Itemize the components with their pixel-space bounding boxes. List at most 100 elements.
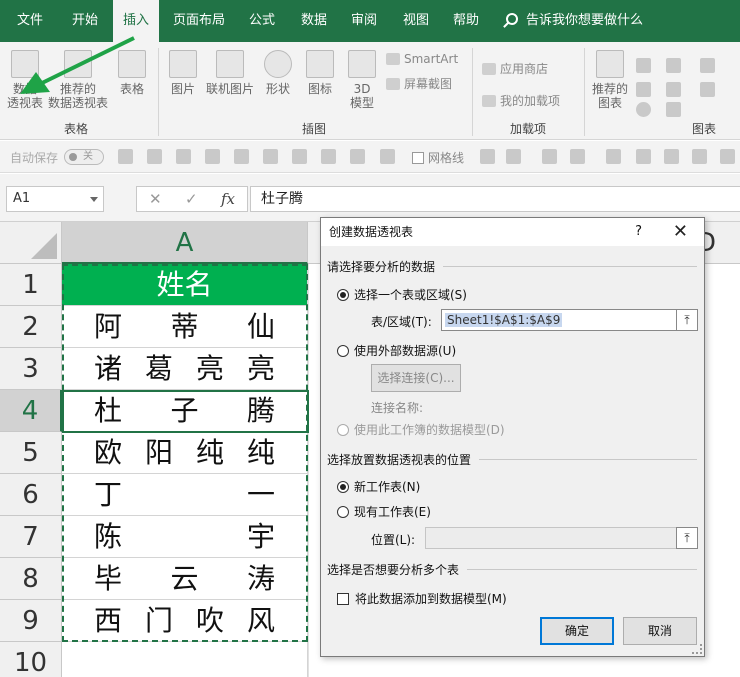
row-header[interactable]: 10 (0, 642, 62, 677)
chevron-down-icon[interactable] (90, 197, 98, 202)
sort-desc-icon[interactable] (234, 149, 249, 164)
choose-connection-button[interactable]: 选择连接(C)... (371, 364, 461, 392)
recommended-pivot-button[interactable]: 推荐的 数据透视表 (46, 50, 110, 110)
screenshot-button[interactable]: 屏幕截图 (386, 75, 452, 92)
image-icon[interactable] (664, 149, 679, 164)
tab-view[interactable]: 视图 (394, 0, 438, 42)
row-header[interactable]: 1 (0, 264, 62, 306)
column-chart-icon[interactable] (636, 58, 651, 73)
row-header[interactable]: 6 (0, 474, 62, 516)
tell-me-search[interactable]: 告诉我你想要做什么 (506, 0, 643, 42)
radio-data-model[interactable]: 使用此工作簿的数据模型(D) (337, 421, 505, 438)
radio-existing-worksheet[interactable]: 现有工作表(E) (337, 503, 431, 520)
tab-file[interactable]: 文件 (6, 0, 54, 42)
enter-icon[interactable]: ✓ (185, 187, 198, 211)
smartart-icon (386, 53, 400, 65)
fill-color-icon[interactable] (542, 149, 557, 164)
3d-models-button[interactable]: 3D 模型 (344, 50, 380, 110)
help-icon[interactable]: ? (635, 218, 642, 246)
borders-icon[interactable] (506, 149, 521, 164)
shapes-qat-icon[interactable] (570, 149, 585, 164)
row-header[interactable]: 7 (0, 516, 62, 558)
name-cell[interactable]: 丁一 (62, 474, 308, 516)
scatter-chart-icon[interactable] (666, 102, 681, 117)
close-icon[interactable]: ✕ (673, 218, 688, 246)
grid-icon[interactable] (720, 149, 735, 164)
name-cell[interactable]: 杜子腾 (62, 390, 308, 432)
picture-button[interactable]: 图片 (166, 50, 200, 96)
tab-insert[interactable]: 插入 (113, 0, 159, 44)
cancel-button[interactable]: 取消 (623, 617, 697, 645)
collapse-dialog-icon[interactable]: ⤒ (676, 309, 698, 331)
name-cell[interactable]: 毕云涛 (62, 558, 308, 600)
recommended-charts-button[interactable]: 推荐的 图表 (590, 50, 630, 110)
row-header[interactable]: 5 (0, 432, 62, 474)
tab-review[interactable]: 审阅 (342, 0, 386, 42)
my-addins-button[interactable]: 我的加载项 (482, 92, 560, 109)
wrap-icon[interactable] (350, 149, 365, 164)
radio-select-range[interactable]: 选择一个表或区域(S) (337, 286, 467, 303)
tab-help[interactable]: 帮助 (444, 0, 488, 42)
column-header-a[interactable]: A (62, 222, 308, 264)
smartart-button[interactable]: SmartArt (386, 52, 458, 66)
name-cell[interactable]: 陈宇 (62, 516, 308, 558)
row-header[interactable]: 9 (0, 600, 62, 642)
tab-formulas[interactable]: 公式 (240, 0, 284, 42)
radio-external-source[interactable]: 使用外部数据源(U) (337, 342, 456, 359)
name-cell[interactable]: 欧阳纯纯 (62, 432, 308, 474)
row-header[interactable]: 4 (0, 390, 62, 432)
pie-chart-icon[interactable] (636, 102, 651, 117)
store-button[interactable]: 应用商店 (482, 60, 548, 77)
name-cell[interactable]: 阿蒂仙 (62, 306, 308, 348)
name-cell[interactable]: 西门吹风 (62, 600, 308, 642)
range-input[interactable]: Sheet1!$A$1:$A$9 (441, 309, 677, 331)
autosave-toggle[interactable]: 关 (64, 149, 104, 165)
function-icon[interactable] (692, 149, 707, 164)
tab-data[interactable]: 数据 (292, 0, 336, 42)
insert-function-icon[interactable]: fx (221, 187, 235, 211)
line-chart-icon[interactable] (636, 82, 651, 97)
stat-chart-icon[interactable] (666, 82, 681, 97)
ok-button[interactable]: 确定 (540, 617, 614, 645)
format-painter-icon[interactable] (480, 149, 495, 164)
sort-asc-icon[interactable] (205, 149, 220, 164)
pivot-wizard-icon[interactable] (147, 149, 162, 164)
online-picture-icon (216, 50, 244, 78)
paste-icon[interactable] (636, 149, 651, 164)
cell-a10[interactable] (62, 642, 308, 677)
gridlines-checkbox[interactable]: 网格线 (412, 149, 464, 166)
freeze-icon[interactable] (380, 149, 395, 164)
select-all-corner[interactable] (0, 222, 62, 264)
pivot-table-button[interactable]: 数据 透视表 (4, 50, 46, 110)
name-box[interactable]: A1 (6, 186, 104, 212)
row-header[interactable]: 2 (0, 306, 62, 348)
radio-new-worksheet[interactable]: 新工作表(N) (337, 478, 420, 495)
add-to-data-model-checkbox[interactable]: 将此数据添加到数据模型(M) (337, 590, 507, 607)
cell-a1[interactable]: 姓名 (62, 264, 308, 306)
row-header[interactable]: 3 (0, 348, 62, 390)
combo-chart-icon[interactable] (700, 58, 715, 73)
form-icon[interactable] (118, 149, 133, 164)
filter-icon[interactable] (263, 149, 278, 164)
pivot-chart-icon[interactable] (700, 82, 715, 97)
collapse-dialog-icon[interactable]: ⤒ (676, 527, 698, 549)
table-button[interactable]: 表格 (114, 50, 150, 96)
formula-input[interactable]: 杜子腾 (250, 186, 740, 212)
shapes-button[interactable]: 形状 (260, 50, 296, 96)
section-divider (479, 459, 697, 460)
tab-page-layout[interactable]: 页面布局 (166, 0, 232, 42)
group-charts-label: 图表 (692, 122, 717, 136)
resize-grip-icon[interactable] (692, 644, 702, 654)
row-header[interactable]: 8 (0, 558, 62, 600)
location-input[interactable] (425, 527, 677, 549)
name-cell[interactable]: 诸葛亮亮 (62, 348, 308, 390)
cancel-icon[interactable]: ✕ (149, 187, 162, 211)
online-picture-button[interactable]: 联机图片 (204, 50, 256, 96)
merge-icon[interactable] (321, 149, 336, 164)
refresh-icon[interactable] (176, 149, 191, 164)
icons-button[interactable]: 图标 (302, 50, 338, 96)
clear-filter-icon[interactable] (292, 149, 307, 164)
tab-home[interactable]: 开始 (62, 0, 108, 42)
hierarchy-chart-icon[interactable] (666, 58, 681, 73)
symbol-icon[interactable] (606, 149, 621, 164)
